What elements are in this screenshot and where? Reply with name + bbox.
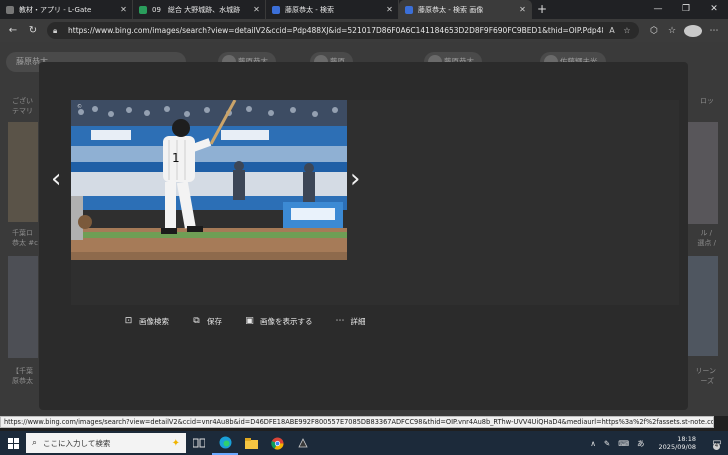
- pen-icon[interactable]: ✎: [604, 439, 610, 448]
- new-tab-button[interactable]: +: [532, 0, 552, 19]
- search-placeholder: ここに入力して検索: [43, 438, 111, 448]
- favorites-icon[interactable]: ☆: [663, 26, 681, 36]
- previous-image-arrow[interactable]: ‹: [51, 166, 61, 192]
- tab-image-search[interactable]: 藤原恭太 - 検索 画像 ✕: [399, 0, 532, 19]
- background-thumbnail: [686, 256, 718, 356]
- tab-title: 09 総合 大野城跡、水城跡: [152, 5, 241, 14]
- bing-favicon-icon: [405, 5, 413, 14]
- background-caption: ーズ: [700, 377, 714, 385]
- tab-lgate[interactable]: 教材・アプリ - L-Gate ✕: [0, 0, 133, 19]
- tab-favicon-icon: [6, 5, 14, 14]
- lock-icon[interactable]: 🔒︎: [53, 26, 63, 36]
- image-actions-bar: ⊡ 画像検索 ⧉ 保存 ▣ 画像を表示する ⋯ 詳細: [123, 316, 388, 327]
- next-image-arrow[interactable]: ›: [350, 166, 360, 192]
- baseball-batter-photo: 1 ©: [71, 100, 347, 260]
- app-taskbar-icon[interactable]: [290, 431, 316, 455]
- edge-taskbar-icon[interactable]: [212, 431, 238, 455]
- windows-logo-icon: [7, 437, 19, 449]
- background-caption: 選点 /: [697, 239, 716, 247]
- more-details-button[interactable]: ⋯ 詳細: [335, 316, 366, 327]
- screen: 教材・アプリ - L-Gate ✕ 09 総合 大野城跡、水城跡 ✕ 藤原恭太 …: [0, 0, 728, 455]
- read-aloud-icon[interactable]: A: [606, 26, 618, 35]
- window-controls: — ❐ ✕: [644, 0, 728, 19]
- more-icon: ⋯: [335, 316, 345, 326]
- background-caption: テマリ: [12, 107, 33, 115]
- notification-count: 4: [713, 443, 720, 450]
- clock-date: 2025/09/08: [658, 443, 696, 451]
- action-label: 画像を表示する: [260, 317, 313, 326]
- favorite-star-icon[interactable]: ☆: [621, 26, 633, 35]
- toolbar-right: ⬡ ☆ ⋯: [645, 24, 723, 37]
- tab-title: 藤原恭太 - 検索 画像: [418, 5, 484, 14]
- save-icon: ⧉: [193, 316, 200, 326]
- view-image-icon: ▣: [245, 316, 254, 326]
- background-thumbnail: [8, 122, 38, 222]
- image-detail-modal: 1 © ‹ › ⊡ 画像検索 ⧉ 保存 ▣ 画像を表示する ⋯ 詳細: [39, 62, 688, 410]
- tab-favicon-icon: [139, 5, 147, 14]
- background-caption: ござい: [12, 97, 33, 105]
- back-icon[interactable]: ←: [5, 23, 21, 39]
- search-icon: ⌕: [32, 438, 38, 448]
- system-tray: ∧ ✎ ⌨ あ 18:18 2025/09/08 ▭ 4: [586, 431, 728, 455]
- background-caption: 原恭太: [12, 377, 33, 385]
- clock[interactable]: 18:18 2025/09/08: [655, 435, 700, 451]
- action-label: 画像検索: [139, 317, 169, 326]
- background-thumbnail: [8, 256, 38, 358]
- image-viewer: 1 © ‹ › ⊡ 画像検索 ⧉ 保存 ▣ 画像を表示する ⋯ 詳細: [51, 100, 679, 326]
- refresh-icon[interactable]: ↻: [25, 23, 41, 39]
- chrome-icon[interactable]: [264, 431, 290, 455]
- tab-sogo[interactable]: 09 総合 大野城跡、水城跡 ✕: [133, 0, 266, 19]
- background-caption: 恭太 #c: [12, 239, 38, 247]
- background-caption: 千葉ロ: [12, 229, 33, 237]
- clock-time: 18:18: [677, 435, 696, 443]
- navigation-bar: ← ↻ 🔒︎ https://www.bing.com/images/searc…: [0, 19, 728, 42]
- task-view-icon[interactable]: [186, 431, 212, 455]
- start-button[interactable]: [0, 431, 26, 455]
- tab-title: 教材・アプリ - L-Gate: [19, 5, 92, 14]
- background-caption: ル /: [700, 229, 712, 237]
- notification-center-icon[interactable]: ▭ 4: [706, 431, 728, 455]
- status-url-preview: https://www.bing.com/images/search?view=…: [0, 416, 714, 428]
- tab-search[interactable]: 藤原恭太 - 検索 ✕: [266, 0, 399, 19]
- close-tab-icon[interactable]: ✕: [385, 5, 394, 14]
- background-caption: リーン: [695, 367, 716, 375]
- close-tab-icon[interactable]: ✕: [518, 5, 527, 14]
- save-button[interactable]: ⧉ 保存: [191, 316, 222, 327]
- profile-avatar[interactable]: [684, 24, 702, 37]
- menu-icon[interactable]: ⋯: [705, 26, 723, 36]
- background-caption: ロッ: [700, 97, 714, 105]
- main-photo[interactable]: 1 ©: [71, 100, 347, 260]
- minimize-icon[interactable]: —: [644, 0, 672, 19]
- extensions-icon[interactable]: ⬡: [645, 26, 663, 36]
- background-thumbnail: [686, 122, 718, 224]
- svg-text:1: 1: [172, 151, 180, 165]
- close-tab-icon[interactable]: ✕: [252, 5, 261, 14]
- background-caption: 【千葉: [12, 367, 33, 375]
- ime-indicator[interactable]: あ: [637, 438, 645, 449]
- tab-title: 藤原恭太 - 検索: [285, 5, 334, 14]
- visual-search-button[interactable]: ⊡ 画像検索: [123, 316, 169, 327]
- tray-overflow-icon[interactable]: ∧: [590, 439, 596, 448]
- tab-strip: 教材・アプリ - L-Gate ✕ 09 総合 大野城跡、水城跡 ✕ 藤原恭太 …: [0, 0, 728, 19]
- svg-text:©: ©: [77, 103, 82, 110]
- taskbar: ⌕ ここに入力して検索 ✦ ∧ ✎ ⌨ あ 18:18 2025/09/08 4: [0, 431, 728, 455]
- visual-search-icon: ⊡: [124, 316, 133, 326]
- bing-favicon-icon: [272, 5, 280, 14]
- view-image-button[interactable]: ▣ 画像を表示する: [244, 316, 313, 327]
- action-label: 保存: [207, 317, 222, 326]
- search-highlight-icon: ✦: [171, 437, 180, 449]
- action-label: 詳細: [350, 317, 366, 326]
- file-explorer-icon[interactable]: [238, 431, 264, 455]
- address-bar[interactable]: 🔒︎ https://www.bing.com/images/search?vi…: [47, 22, 639, 39]
- taskbar-search[interactable]: ⌕ ここに入力して検索 ✦: [26, 433, 186, 453]
- address-url[interactable]: https://www.bing.com/images/search?view=…: [68, 26, 603, 35]
- close-tab-icon[interactable]: ✕: [119, 5, 128, 14]
- close-window-icon[interactable]: ✕: [700, 0, 728, 19]
- restore-icon[interactable]: ❐: [672, 0, 700, 19]
- keyboard-icon[interactable]: ⌨: [618, 439, 629, 448]
